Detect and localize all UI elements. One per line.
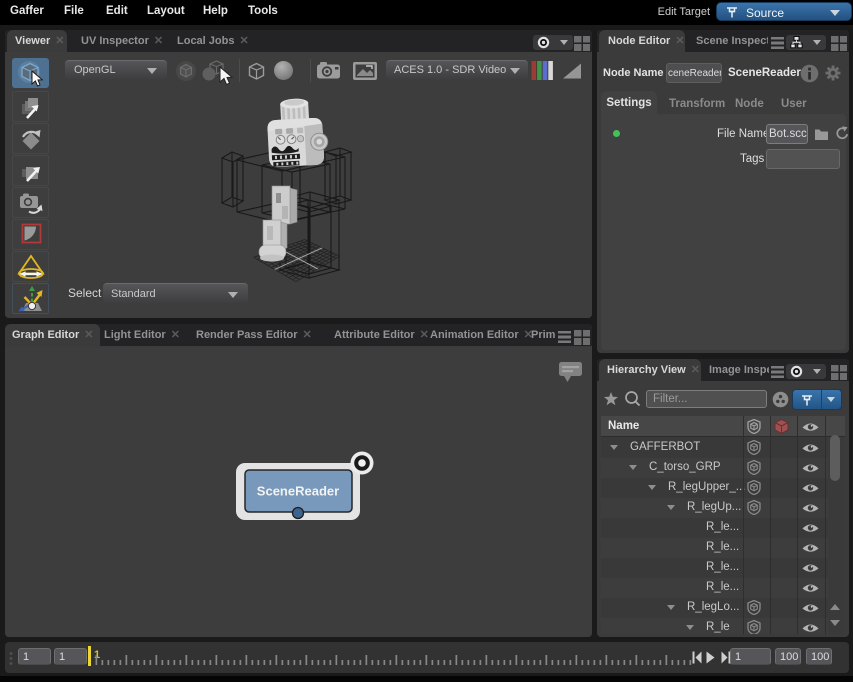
svg-text:SceneReader: SceneReader [257,484,339,499]
